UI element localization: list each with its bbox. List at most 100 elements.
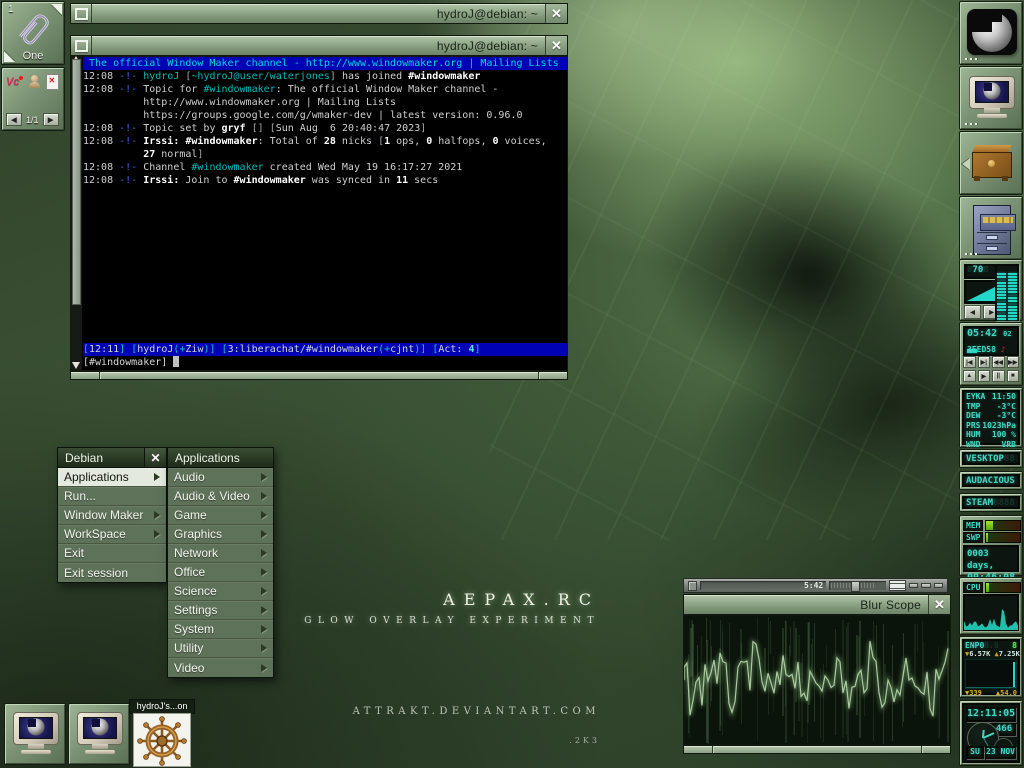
wallpaper-credit: ATTRAKT.DEVIANTART.COM [353, 706, 600, 717]
menu-item-audio-video[interactable]: Audio & Video [168, 487, 273, 506]
dockapp-weather[interactable]: EYKA11:50TMP-3°CDEW-3°CPRS1023hPaHUM100 … [959, 387, 1023, 448]
user-icon[interactable] [28, 75, 41, 89]
player-minimize-button[interactable] [909, 583, 918, 588]
close-button[interactable]: ✕ [928, 595, 950, 614]
terminal-resizebar[interactable] [70, 371, 568, 380]
close-button[interactable]: ✕ [545, 4, 567, 23]
applications-menu-titlebar[interactable]: Applications [167, 447, 274, 468]
scrollbar-thumb[interactable] [72, 59, 81, 305]
dock-appicon-windowmaker[interactable] [959, 1, 1023, 65]
drawer-arrow-icon[interactable] [962, 158, 970, 170]
submenu-arrow-icon [261, 644, 267, 652]
miniwindow-session[interactable] [133, 713, 191, 767]
mixer-prev-button[interactable]: ◀ [964, 305, 981, 319]
debian-menu-items: ApplicationsRun...Window MakerWorkSpaceE… [57, 468, 167, 583]
menu-item-network[interactable]: Network [168, 544, 273, 563]
cd-button-4[interactable]: ▲ [963, 370, 976, 382]
menu-item-settings[interactable]: Settings [168, 601, 273, 620]
dockapp-memory[interactable]: MEM SWP 0003 days, 00:46:08 [959, 515, 1023, 576]
miniwindow-terminal-2[interactable] [68, 703, 130, 765]
clip-next-arrow-icon[interactable] [51, 4, 62, 15]
dockapp-clock[interactable]: 12:11:05 466 SU 23 NOV [959, 700, 1023, 766]
menu-item-applications[interactable]: Applications [58, 468, 166, 487]
player-close-button[interactable] [934, 583, 943, 588]
terminal-monitor-icon [969, 76, 1015, 118]
irssi-input-line[interactable]: [#windowmaker] [83, 356, 567, 370]
menu-item-graphics[interactable]: Graphics [168, 525, 273, 544]
launcher-steam[interactable]: STEAM8888 [959, 493, 1023, 512]
menu-item-exit-session[interactable]: Exit session [58, 563, 166, 582]
menu-item-video[interactable]: Video [168, 658, 273, 677]
player-menu-icon[interactable] [688, 581, 697, 591]
workspace-clip[interactable]: 1 One [1, 1, 65, 65]
vc-icon[interactable]: Vc [6, 76, 23, 88]
launcher-audacious[interactable]: AUDACIOUS [959, 471, 1023, 490]
dockapp-mixer[interactable]: 8708 ◀ ▶ [959, 259, 1023, 321]
menu-item-game[interactable]: Game [168, 506, 273, 525]
menu-item-exit[interactable]: Exit [58, 544, 166, 563]
blurscope-resizebar[interactable] [683, 745, 951, 754]
miniaturize-icon [75, 40, 88, 52]
cd-button-1[interactable]: ▶| [978, 356, 991, 368]
dockapp-cpu[interactable]: CPU [959, 577, 1023, 635]
terminal-content[interactable]: The official Window Maker channel - http… [83, 57, 567, 370]
miniaturize-button[interactable] [71, 4, 92, 23]
menu-item-label: Utility [174, 641, 203, 655]
menu-item-run-[interactable]: Run... [58, 487, 166, 506]
seek-bar[interactable] [829, 581, 885, 590]
cd-button-7[interactable]: ■ [1007, 370, 1020, 382]
terminal-monitor-icon [77, 712, 123, 754]
launcher-vesktop[interactable]: VESKTOP88 [959, 449, 1023, 468]
window-blurscope-titlebar[interactable]: Blur Scope ✕ [683, 594, 951, 615]
net-graph [965, 659, 1017, 689]
windowmaker-logo-icon [967, 9, 1017, 55]
dock-appicon-filemanager[interactable] [959, 196, 1023, 260]
miniwindow-terminal-1[interactable] [4, 703, 66, 765]
document-x-icon[interactable] [46, 74, 59, 90]
window-terminal-front-titlebar[interactable]: hydroJ@debian: ~ ✕ [70, 35, 568, 56]
menu-item-audio[interactable]: Audio [168, 468, 273, 487]
menu-item-label: Audio & Video [174, 489, 250, 503]
swap-label: SWP [963, 532, 983, 543]
drawer-icon [972, 145, 1012, 181]
menu-item-system[interactable]: System [168, 620, 273, 639]
text-cursor [173, 356, 179, 367]
menu-item-window-maker[interactable]: Window Maker [58, 506, 166, 525]
tray-page-indicator: 1/1 [26, 115, 39, 125]
mixer-volume-wedge[interactable] [964, 280, 998, 304]
dockapp-cdplayer[interactable]: 05:42 02 3EED58 ♪ |◀▶|◀◀▶▶▲▶||■ [959, 322, 1023, 386]
cd-button-2[interactable]: ◀◀ [992, 356, 1005, 368]
audacious-shade-bar[interactable]: 5:42 [683, 578, 948, 593]
close-button[interactable]: ✕ [545, 36, 567, 55]
player-title-strip[interactable]: 5:42 [700, 581, 826, 590]
dockapp-network[interactable]: ENP08.88 ▼6.57K ▲7.25K ▼339 ▲54.0 [959, 636, 1023, 698]
terminal-scrollbar[interactable] [71, 57, 83, 370]
player-eq-widget[interactable] [889, 580, 906, 591]
menu-item-label: Graphics [174, 527, 222, 541]
menu-item-label: Run... [64, 489, 96, 503]
submenu-arrow-icon [261, 492, 267, 500]
menu-item-science[interactable]: Science [168, 582, 273, 601]
cd-button-6[interactable]: || [992, 370, 1005, 382]
debian-menu-titlebar[interactable]: Debian ✕ [57, 447, 167, 468]
window-terminal-back-titlebar[interactable]: hydroJ@debian: ~ ✕ [70, 3, 568, 24]
tray-next-button[interactable]: ▶ [43, 113, 59, 126]
seek-thumb[interactable] [851, 581, 860, 592]
helm-wheel-icon [134, 714, 190, 766]
menu-item-workspace[interactable]: WorkSpace [58, 525, 166, 544]
cd-button-0[interactable]: |◀ [963, 356, 976, 368]
menu-item-utility[interactable]: Utility [168, 639, 273, 658]
player-shade-button[interactable] [921, 583, 930, 588]
cd-button-5[interactable]: ▶ [978, 370, 991, 382]
menu-close-button[interactable]: ✕ [144, 448, 166, 467]
tray-prev-button[interactable]: ◀ [6, 113, 22, 126]
terminal-window-body[interactable]: The official Window Maker channel - http… [70, 56, 568, 371]
net-total-up: 54.0 [1000, 689, 1017, 697]
system-tray[interactable]: Vc ◀ 1/1 ▶ [1, 67, 65, 131]
cd-button-3[interactable]: ▶▶ [1007, 356, 1020, 368]
window-title: Blur Scope [684, 595, 928, 614]
dock-appicon-xterm[interactable] [959, 66, 1023, 130]
menu-item-office[interactable]: Office [168, 563, 273, 582]
miniaturize-button[interactable] [71, 36, 92, 55]
dock-drawer[interactable] [959, 131, 1023, 195]
